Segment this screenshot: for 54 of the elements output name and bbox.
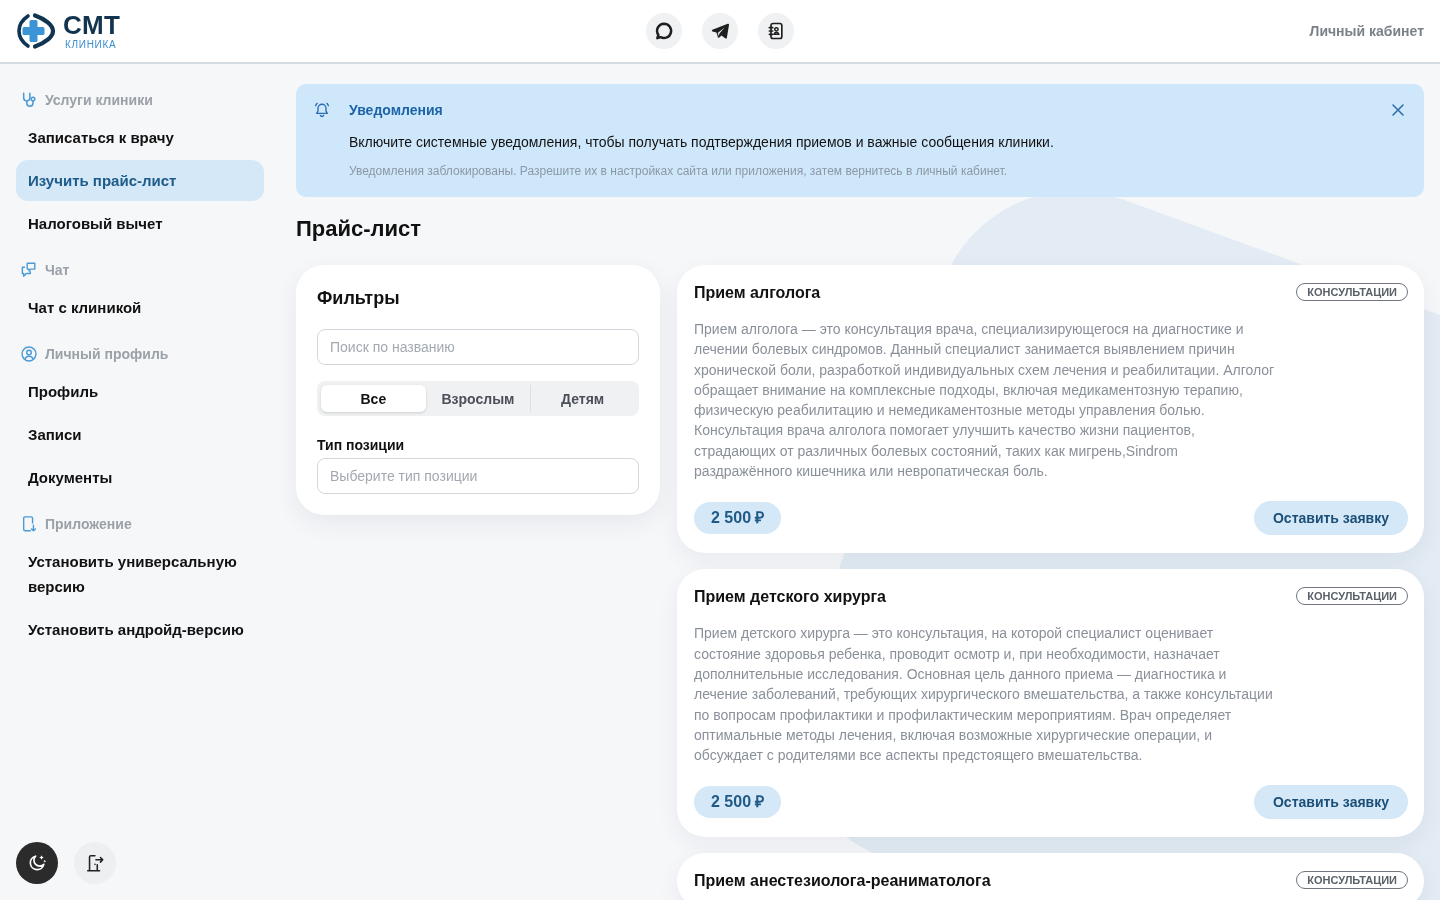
brand-name: СМТ: [63, 12, 121, 37]
sidebar-item[interactable]: Установить универсальную версию: [16, 541, 264, 607]
section-title: Чат: [45, 262, 70, 278]
brand-subtitle: КЛИНИКА: [65, 38, 117, 50]
chat-bubbles-icon: [21, 262, 37, 278]
segment-tab[interactable]: Все: [321, 385, 426, 412]
close-button[interactable]: [1392, 104, 1404, 116]
contacts-link[interactable]: [758, 13, 794, 49]
user-circle-icon: [21, 346, 37, 362]
sidebar-item[interactable]: Документы: [16, 457, 264, 498]
filters-title: Фильтры: [317, 287, 401, 309]
type-select-field[interactable]: Выберите тип позиции: [317, 458, 639, 494]
service-description: Прием детского хирурга — это консультация, на которой специалист оценивает состояние здоровья ребенка, проводит осмотр и, при необходимости, назначает дополнительные исследования. Основная цель данного приема — диагностика и лечение заболеваний, требующих хирургического вмешательства, а также консультации по вопросам профилактики и профилактическим мероприятиям. Врач определяет оптимальные методы лечения, включая возможные хирургические операции, и обсуждает с родителями все аспекты предстоящего вмешательства.: [694, 624, 1274, 766]
logo-icon: [16, 12, 56, 50]
door-arrow-icon: [85, 853, 105, 873]
close-icon: [1392, 104, 1404, 116]
stethoscope-icon: [21, 92, 37, 108]
logout-button[interactable]: [74, 842, 116, 884]
page-title: Прайс-лист: [296, 216, 423, 242]
send-link[interactable]: [702, 13, 738, 49]
sidebar-item[interactable]: Профиль: [16, 371, 264, 412]
section-title: Услуги клиники: [45, 92, 153, 108]
account-link[interactable]: Личный кабинет: [1309, 23, 1424, 39]
section-title: Приложение: [45, 516, 132, 532]
address-book-icon: [766, 21, 786, 41]
segment-tab[interactable]: Взрослым: [425, 385, 531, 412]
chat-bubble-icon: [654, 21, 674, 41]
sidebar-item[interactable]: Налоговый вычет: [16, 203, 264, 244]
sidebar-item[interactable]: Чат с клиникой: [16, 287, 264, 328]
field-label: Тип позиции: [317, 437, 406, 453]
order-button[interactable]: Оставить заявку: [1254, 785, 1408, 820]
segment-tab[interactable]: Детям: [530, 385, 635, 412]
service-description: Прием алголога — это консультация врача, специализирующегося на диагностике и лечении болевых синдромов. Данный специалист занимается выявлением причин хронической боли, разработкой индивидуальных схем лечения и реабилитации. Алголог обращает внимание на комплексные подходы, включая медикаментозную терапию, физическую реабилитацию и немедикаментозные методы управления болью. Консультация врача алголога помогает улучшить качество жизни пациентов, страдающих от различных болевых состояний, таких как мигрень,Sindrom раздражённого кишечника или невропатическая боль.: [694, 320, 1276, 482]
chat-link[interactable]: [646, 13, 682, 49]
service-title: Прием детского хирурга: [694, 587, 886, 608]
sidebar-item[interactable]: Записаться к врачу: [16, 117, 264, 158]
notification-title: Уведомления: [349, 102, 444, 118]
bell-icon: [314, 102, 330, 118]
sidebar-item[interactable]: Записи: [16, 414, 264, 455]
section-title: Личный профиль: [45, 346, 169, 362]
sidebar-item[interactable]: Изучить прайс-лист: [16, 160, 264, 201]
service-title: Прием анестезиолога-реаниматолога: [694, 871, 991, 892]
phone-download-icon: [21, 516, 37, 532]
order-button[interactable]: Оставить заявку: [1254, 501, 1408, 536]
search-field[interactable]: Поиск по названию: [317, 329, 639, 365]
price-badge: 2 500 ₽: [694, 502, 782, 535]
paper-plane-icon: [710, 21, 730, 41]
service-title: Прием алголога: [694, 283, 821, 303]
price-badge: 2 500 ₽: [694, 786, 782, 819]
theme-toggle-button[interactable]: [16, 842, 58, 884]
notification-hint: Уведомления заблокированы. Разрешите их в настройках сайта или приложения, затем вернитесь в личный кабинет.: [349, 163, 1009, 179]
notification-message: Включите системные уведомления, чтобы получать подтверждения приемов и важные сообщения клиники.: [349, 134, 1055, 150]
moon-icon: [27, 853, 47, 873]
sidebar-item[interactable]: Установить андройд-версию: [16, 609, 264, 650]
